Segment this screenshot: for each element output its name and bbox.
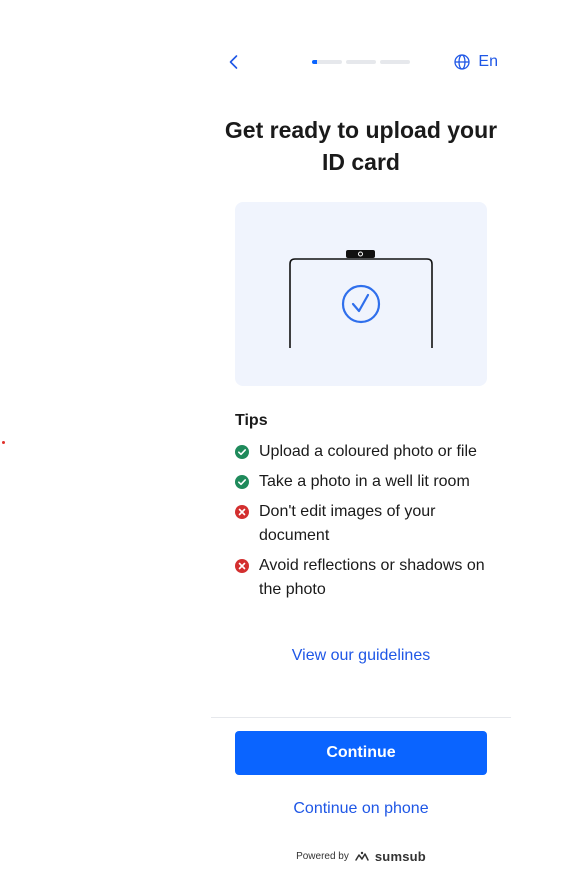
x-circle-filled-icon xyxy=(235,505,249,519)
tip-text: Don't edit images of your document xyxy=(259,503,436,544)
tips-list: Upload a coloured photo or file Take a p… xyxy=(235,440,495,608)
powered-by-footer: Powered by sumsub xyxy=(211,849,511,864)
language-label: En xyxy=(478,53,498,70)
tip-item: Avoid reflections or shadows on the phot… xyxy=(235,554,495,602)
chevron-left-icon xyxy=(229,55,238,69)
tip-item: Don't edit images of your document xyxy=(235,500,495,548)
id-card-illustration xyxy=(235,202,487,386)
check-circle-filled-icon xyxy=(235,475,249,489)
marker-dot xyxy=(2,441,5,444)
top-bar: En xyxy=(222,50,502,74)
tip-item: Upload a coloured photo or file xyxy=(235,440,495,464)
progress-step-3 xyxy=(380,60,410,64)
tip-item: Take a photo in a well lit room xyxy=(235,470,495,494)
view-guidelines-link[interactable]: View our guidelines xyxy=(211,645,511,667)
page-title: Get ready to upload your ID card xyxy=(224,117,498,175)
progress-indicator xyxy=(312,60,410,64)
check-circle-filled-icon xyxy=(235,445,249,459)
powered-by-label: Powered by xyxy=(296,851,349,862)
page: En Get ready to upload your ID card Tips… xyxy=(0,0,574,879)
globe-icon xyxy=(454,54,471,70)
progress-step-1 xyxy=(312,60,342,64)
sumsub-logo-icon xyxy=(355,851,369,861)
continue-on-phone-link[interactable]: Continue on phone xyxy=(211,798,511,820)
divider xyxy=(211,717,511,718)
continue-button[interactable]: Continue xyxy=(235,731,487,775)
check-circle-icon xyxy=(341,284,381,324)
x-circle-filled-icon xyxy=(235,559,249,573)
progress-step-2 xyxy=(346,60,376,64)
phone-frame-illustration xyxy=(289,250,433,348)
language-selector[interactable]: En xyxy=(454,50,498,74)
tip-text: Avoid reflections or shadows on the phot… xyxy=(259,557,485,598)
tip-text: Take a photo in a well lit room xyxy=(259,473,470,490)
back-button[interactable] xyxy=(222,50,246,74)
brand-name: sumsub xyxy=(374,849,426,864)
tip-text: Upload a coloured photo or file xyxy=(259,443,477,460)
tips-title: Tips xyxy=(235,412,268,429)
